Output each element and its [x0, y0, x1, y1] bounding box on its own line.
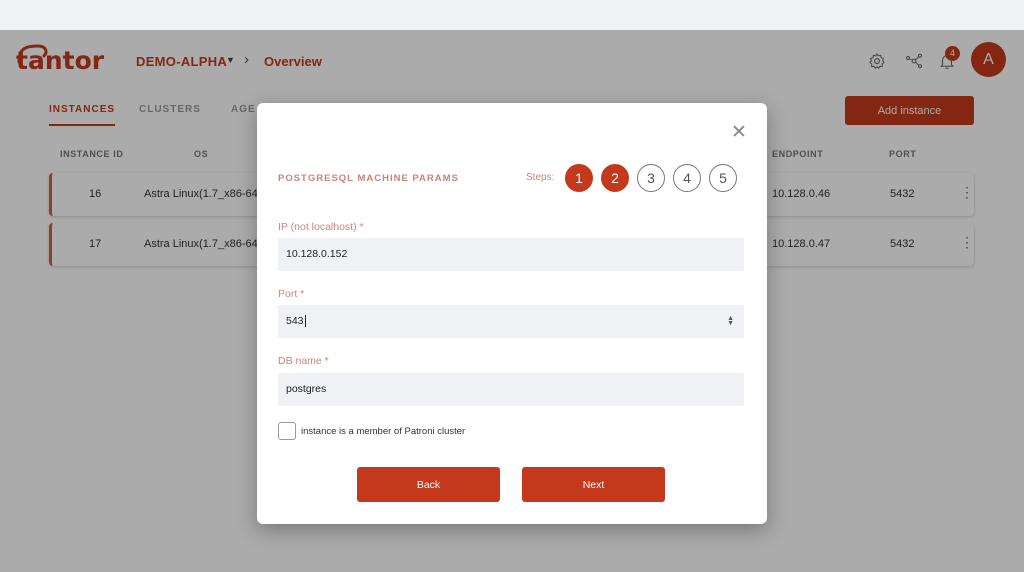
- next-button[interactable]: Next: [522, 467, 665, 502]
- db-name-field-label: DB name *: [278, 355, 329, 367]
- text-cursor: [304, 315, 306, 328]
- close-icon[interactable]: ✕: [731, 123, 747, 142]
- steps-label: Steps:: [526, 172, 555, 183]
- step-1-indicator: 1: [565, 164, 593, 192]
- patroni-member-checkbox[interactable]: [278, 422, 296, 440]
- db-name-field[interactable]: postgres: [278, 373, 744, 406]
- port-field-value: 543: [286, 315, 304, 327]
- back-button[interactable]: Back: [357, 467, 500, 502]
- step-5-indicator: 5: [709, 164, 737, 192]
- add-instance-dialog: ✕ POSTGRESQL MACHINE PARAMS Steps: 1 2 3…: [257, 103, 767, 524]
- port-field[interactable]: 543 ▲ ▼: [278, 305, 744, 338]
- ip-field-label: IP (not localhost) *: [278, 221, 364, 233]
- ip-field-value: 10.128.0.152: [286, 248, 348, 260]
- patroni-member-checkbox-label[interactable]: instance is a member of Patroni cluster: [301, 426, 465, 437]
- port-field-label: Port *: [278, 288, 305, 300]
- ip-field[interactable]: 10.128.0.152: [278, 238, 744, 271]
- number-spinner-icon[interactable]: ▲ ▼: [727, 315, 734, 327]
- dialog-title: POSTGRESQL MACHINE PARAMS: [278, 173, 459, 184]
- db-name-field-value: postgres: [286, 383, 327, 395]
- step-3-indicator: 3: [637, 164, 665, 192]
- step-4-indicator: 4: [673, 164, 701, 192]
- step-2-indicator: 2: [601, 164, 629, 192]
- browser-top-strip: [0, 0, 1024, 30]
